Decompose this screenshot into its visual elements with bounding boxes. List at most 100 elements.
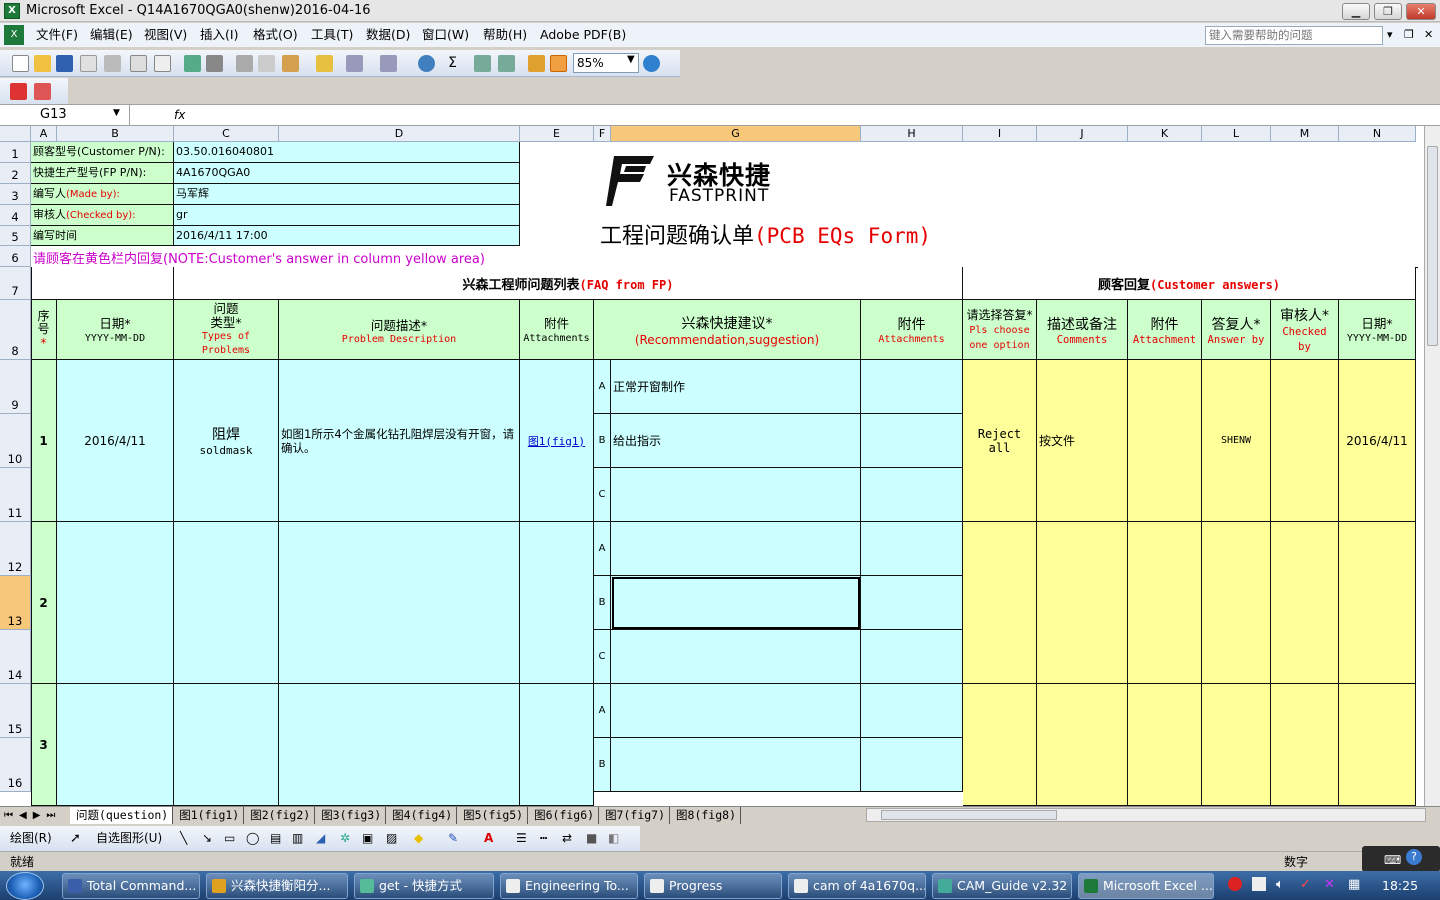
column-header-f[interactable]: F xyxy=(594,126,611,142)
row-header-7[interactable]: 7 xyxy=(0,267,31,300)
spelling-icon[interactable] xyxy=(184,55,201,72)
header-attach[interactable]: 附件 Attachments xyxy=(520,300,594,360)
restore-button[interactable]: ❐ xyxy=(1374,3,1402,20)
volume-icon[interactable]: 🔈︎ xyxy=(1276,877,1284,892)
question-no-cell[interactable]: 1 xyxy=(31,360,57,522)
doc-close-icon[interactable]: ✕ xyxy=(1424,23,1433,47)
help-dropdown-icon[interactable]: ▾ xyxy=(1387,23,1393,47)
dash-style-icon[interactable]: ┅ xyxy=(540,826,547,851)
sort-descending-icon[interactable] xyxy=(498,55,515,72)
doc-restore-icon[interactable]: ❐ xyxy=(1404,23,1414,47)
convert-to-pdf-icon[interactable] xyxy=(10,83,27,100)
open-icon[interactable] xyxy=(34,55,51,72)
help-search-input[interactable]: 键入需要帮助的问题 xyxy=(1205,26,1383,45)
formula-bar[interactable] xyxy=(0,104,1440,126)
info-label-cell[interactable]: 编写时间 xyxy=(31,226,174,246)
question-date-cell[interactable]: 2016/4/11 xyxy=(57,360,174,522)
question-attach-cell[interactable] xyxy=(520,684,594,806)
name-box[interactable]: G13 xyxy=(0,105,130,125)
namebox-dropdown-icon[interactable]: ▼ xyxy=(113,108,120,118)
tray-pen-icon[interactable]: ✓ xyxy=(1300,877,1311,892)
answer-attach-cell[interactable] xyxy=(1128,522,1202,684)
info-value-cell[interactable]: 4A1670QGA0 xyxy=(174,163,520,184)
header-type[interactable]: 问题 类型* Types of Problems xyxy=(174,300,279,360)
column-header-e[interactable]: E xyxy=(520,126,594,142)
sheet-tab-fig5[interactable]: 图5(fig5) xyxy=(457,807,529,824)
select-objects-icon[interactable]: ➚ xyxy=(70,826,81,851)
option-attach-cell[interactable] xyxy=(861,522,963,576)
info-value-cell[interactable]: 2016/4/11 17:00 xyxy=(174,226,520,246)
row-header-9[interactable]: 9 xyxy=(0,360,31,414)
section-customer-header[interactable]: 顾客回复(Customer answers) xyxy=(963,267,1416,300)
row-header-10[interactable]: 10 xyxy=(0,414,31,468)
option-text-cell[interactable] xyxy=(611,630,861,684)
row-header-4[interactable]: 4 xyxy=(0,205,31,226)
option-key-cell[interactable]: B xyxy=(594,576,611,630)
checked-by-cell[interactable] xyxy=(1271,360,1339,522)
menu-format[interactable]: 格式(O) xyxy=(253,23,298,47)
autosum-icon[interactable]: Σ xyxy=(444,55,461,72)
print-preview-icon[interactable] xyxy=(154,55,171,72)
header-date2[interactable]: 日期* YYYY-MM-DD xyxy=(1339,300,1416,360)
option-text-cell[interactable]: 给出指示 xyxy=(611,414,861,468)
header-seq-cell[interactable]: 序号 * xyxy=(31,300,57,360)
answer-by-cell[interactable]: SHENW xyxy=(1202,360,1271,522)
option-key-cell[interactable]: A xyxy=(594,522,611,576)
task-excel[interactable]: Microsoft Excel ... xyxy=(1078,873,1214,899)
fx-icon[interactable]: fx xyxy=(174,105,185,125)
header-attach3[interactable]: 附件 Attachment xyxy=(1128,300,1202,360)
tray-x-icon[interactable]: ✕ xyxy=(1324,877,1335,892)
sheet-tab-fig7[interactable]: 图7(fig7) xyxy=(599,807,671,824)
option-key-cell[interactable]: B xyxy=(594,738,611,792)
sheet-tab-fig8[interactable]: 图8(fig8) xyxy=(670,807,741,824)
help-icon[interactable] xyxy=(643,55,660,72)
option-text-cell[interactable] xyxy=(611,468,861,522)
info-label-cell[interactable]: 顾客型号(Customer P/N): xyxy=(31,142,174,163)
save-icon[interactable] xyxy=(56,55,73,72)
question-attach-cell[interactable] xyxy=(520,522,594,684)
option-key-cell[interactable]: C xyxy=(594,468,611,522)
menu-edit[interactable]: 编辑(E) xyxy=(90,23,133,47)
zoom-dropdown-icon[interactable]: ▼ xyxy=(627,54,635,65)
answer-attach-cell[interactable] xyxy=(1128,360,1202,522)
row-header-5[interactable]: 5 xyxy=(0,226,31,246)
question-desc-cell[interactable] xyxy=(279,684,520,806)
copy-icon[interactable] xyxy=(258,55,275,72)
option-attach-cell[interactable] xyxy=(861,630,963,684)
task-get-shortcut[interactable]: get - 快捷方式 xyxy=(354,873,494,899)
line-icon[interactable]: ╲ xyxy=(180,826,187,851)
row-header-13[interactable]: 13 xyxy=(0,576,31,630)
info-label-cell[interactable]: 编写人(Made by): xyxy=(31,184,174,205)
line-style-icon[interactable]: ☰ xyxy=(516,826,527,851)
horizontal-scrollbar[interactable] xyxy=(866,808,1426,822)
autoshapes-menu[interactable]: 自选图形(U) xyxy=(96,826,162,851)
option-text-cell[interactable] xyxy=(611,738,861,792)
row-header-2[interactable]: 2 xyxy=(0,163,31,184)
option-attach-cell[interactable] xyxy=(861,576,963,630)
cut-icon[interactable] xyxy=(236,55,253,72)
header-answer[interactable]: 答复人* Answer by xyxy=(1202,300,1271,360)
answer-comment-cell[interactable]: 按文件 xyxy=(1037,360,1128,522)
column-header-n[interactable]: N xyxy=(1339,126,1416,142)
header-attach2[interactable]: 附件 Attachments xyxy=(861,300,963,360)
menu-help[interactable]: 帮助(H) xyxy=(483,23,527,47)
close-button[interactable]: ✕ xyxy=(1406,3,1436,20)
checked-by-cell[interactable] xyxy=(1271,522,1339,684)
keyboard-icon[interactable]: ⌨ xyxy=(1384,850,1401,870)
column-header-i[interactable]: I xyxy=(963,126,1037,142)
question-desc-cell[interactable] xyxy=(279,522,520,684)
sheet-tab-fig6[interactable]: 图6(fig6) xyxy=(528,807,600,824)
info-label-cell[interactable]: 审核人(Checked by): xyxy=(31,205,174,226)
row-header-14[interactable]: 14 xyxy=(0,630,31,684)
row-header-1[interactable]: 1 xyxy=(0,142,31,163)
blank-cell[interactable] xyxy=(31,267,174,300)
option-key-cell[interactable]: B xyxy=(594,414,611,468)
fill-color-icon[interactable]: ◆ xyxy=(414,826,423,851)
header-suggestion[interactable]: 兴森快捷建议* (Recommendation,suggestion) xyxy=(594,300,861,360)
option-key-cell[interactable]: C xyxy=(594,630,611,684)
answer-choice-cell[interactable] xyxy=(963,684,1037,806)
question-date-cell[interactable] xyxy=(57,522,174,684)
arrow-style-icon[interactable]: ⇄ xyxy=(562,826,572,851)
question-no-cell[interactable]: 2 xyxy=(31,522,57,684)
menu-data[interactable]: 数据(D) xyxy=(366,23,410,47)
